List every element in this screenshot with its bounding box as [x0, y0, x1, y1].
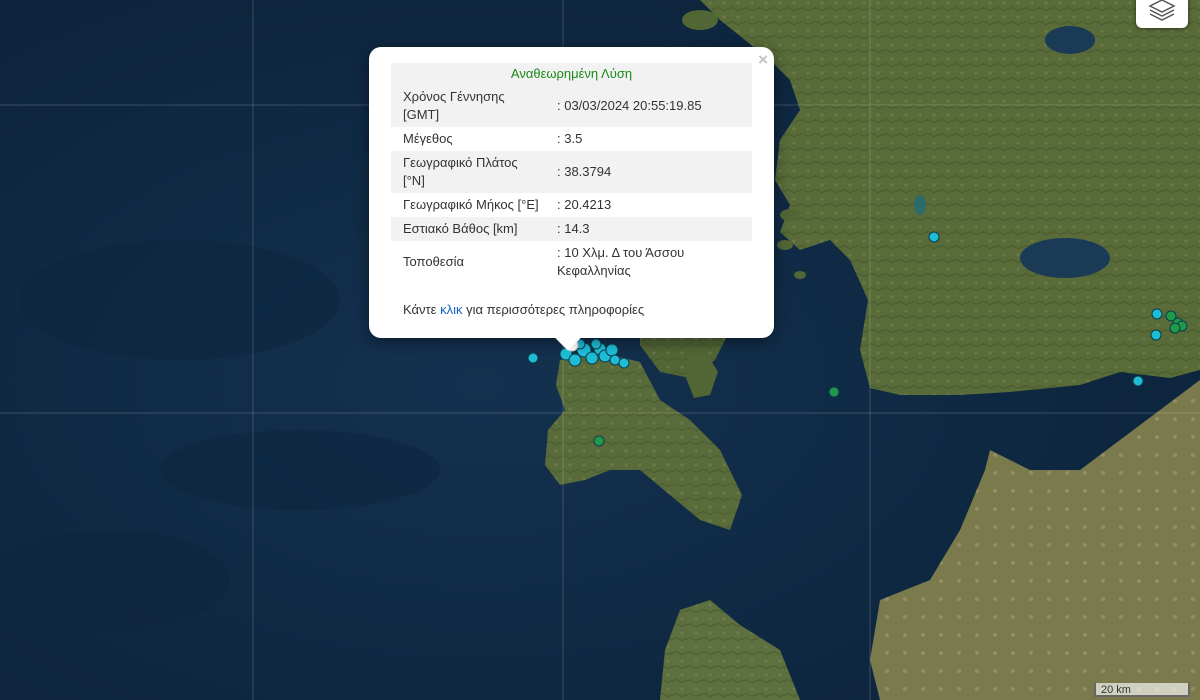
row-value: : 10 Χλμ. Δ του Άσσου Κεφαλληνίας [557, 245, 685, 278]
table-row: Γεωγραφικό Πλάτος [°N] : 38.3794 [391, 151, 752, 193]
row-value: : 03/03/2024 20:55:19.85 [553, 85, 752, 127]
layers-control-button[interactable] [1136, 0, 1188, 28]
row-label: Μέγεθος [403, 131, 453, 146]
row-label: Γεωγραφικό Πλάτος [°N] [391, 151, 553, 193]
row-label: Εστιακό Βάθος [km] [391, 217, 553, 241]
earthquake-marker[interactable] [1151, 308, 1163, 320]
popup-title: Αναθεωρημένη Λύση [391, 63, 752, 85]
table-row: Μέγεθος : 3.5 [391, 127, 752, 151]
more-info-text: Κάντε κλικ για περισσότερες πληροφορίες [403, 302, 644, 317]
earthquake-marker[interactable] [593, 435, 605, 447]
more-info-link[interactable]: κλικ [440, 302, 462, 317]
earthquake-popup: × Αναθεωρημένη Λύση Χρόνος Γέννησης [GMT… [369, 47, 774, 351]
earthquake-marker[interactable] [1132, 375, 1144, 387]
lake [914, 195, 926, 215]
row-value: : 20.4213 [557, 197, 612, 212]
earthquake-marker[interactable] [1169, 322, 1181, 334]
popup-close-button[interactable]: × [758, 50, 768, 70]
earthquake-marker[interactable] [928, 231, 940, 243]
row-value: : 14.3 [553, 217, 752, 241]
earthquake-marker[interactable] [605, 343, 619, 357]
earthquake-marker[interactable] [828, 386, 840, 398]
row-value: : 3.5 [557, 131, 583, 146]
row-label: Τοποθεσία [403, 254, 465, 269]
lake [1020, 238, 1110, 278]
more-prefix: Κάντε [403, 302, 437, 317]
earthquake-marker[interactable] [527, 352, 539, 364]
lake [1045, 26, 1095, 54]
row-label: Χρόνος Γέννησης [GMT] [391, 85, 553, 127]
earthquake-marker[interactable] [590, 338, 602, 350]
earthquake-marker[interactable] [568, 353, 582, 367]
table-row: Γεωγραφικό Μήκος [°E] : 20.4213 [391, 193, 752, 217]
table-row: Χρόνος Γέννησης [GMT] : 03/03/2024 20:55… [391, 85, 752, 127]
scale-bar: 20 km [1094, 683, 1190, 697]
earthquake-marker[interactable] [609, 354, 621, 366]
more-suffix: για περισσότερες πληροφορίες [466, 302, 645, 317]
earthquake-marker[interactable] [1150, 329, 1162, 341]
row-label: Γεωγραφικό Μήκος [°E] [403, 197, 539, 212]
table-row: Εστιακό Βάθος [km] : 14.3 [391, 217, 752, 241]
row-value: : 38.3794 [553, 151, 752, 193]
earthquake-marker[interactable] [618, 357, 630, 369]
layers-icon [1148, 0, 1176, 21]
earthquake-info-table: Αναθεωρημένη Λύση Χρόνος Γέννησης [GMT] … [391, 63, 752, 283]
table-row: Τοποθεσία : 10 Χλμ. Δ του Άσσου Κεφαλλην… [391, 241, 752, 283]
